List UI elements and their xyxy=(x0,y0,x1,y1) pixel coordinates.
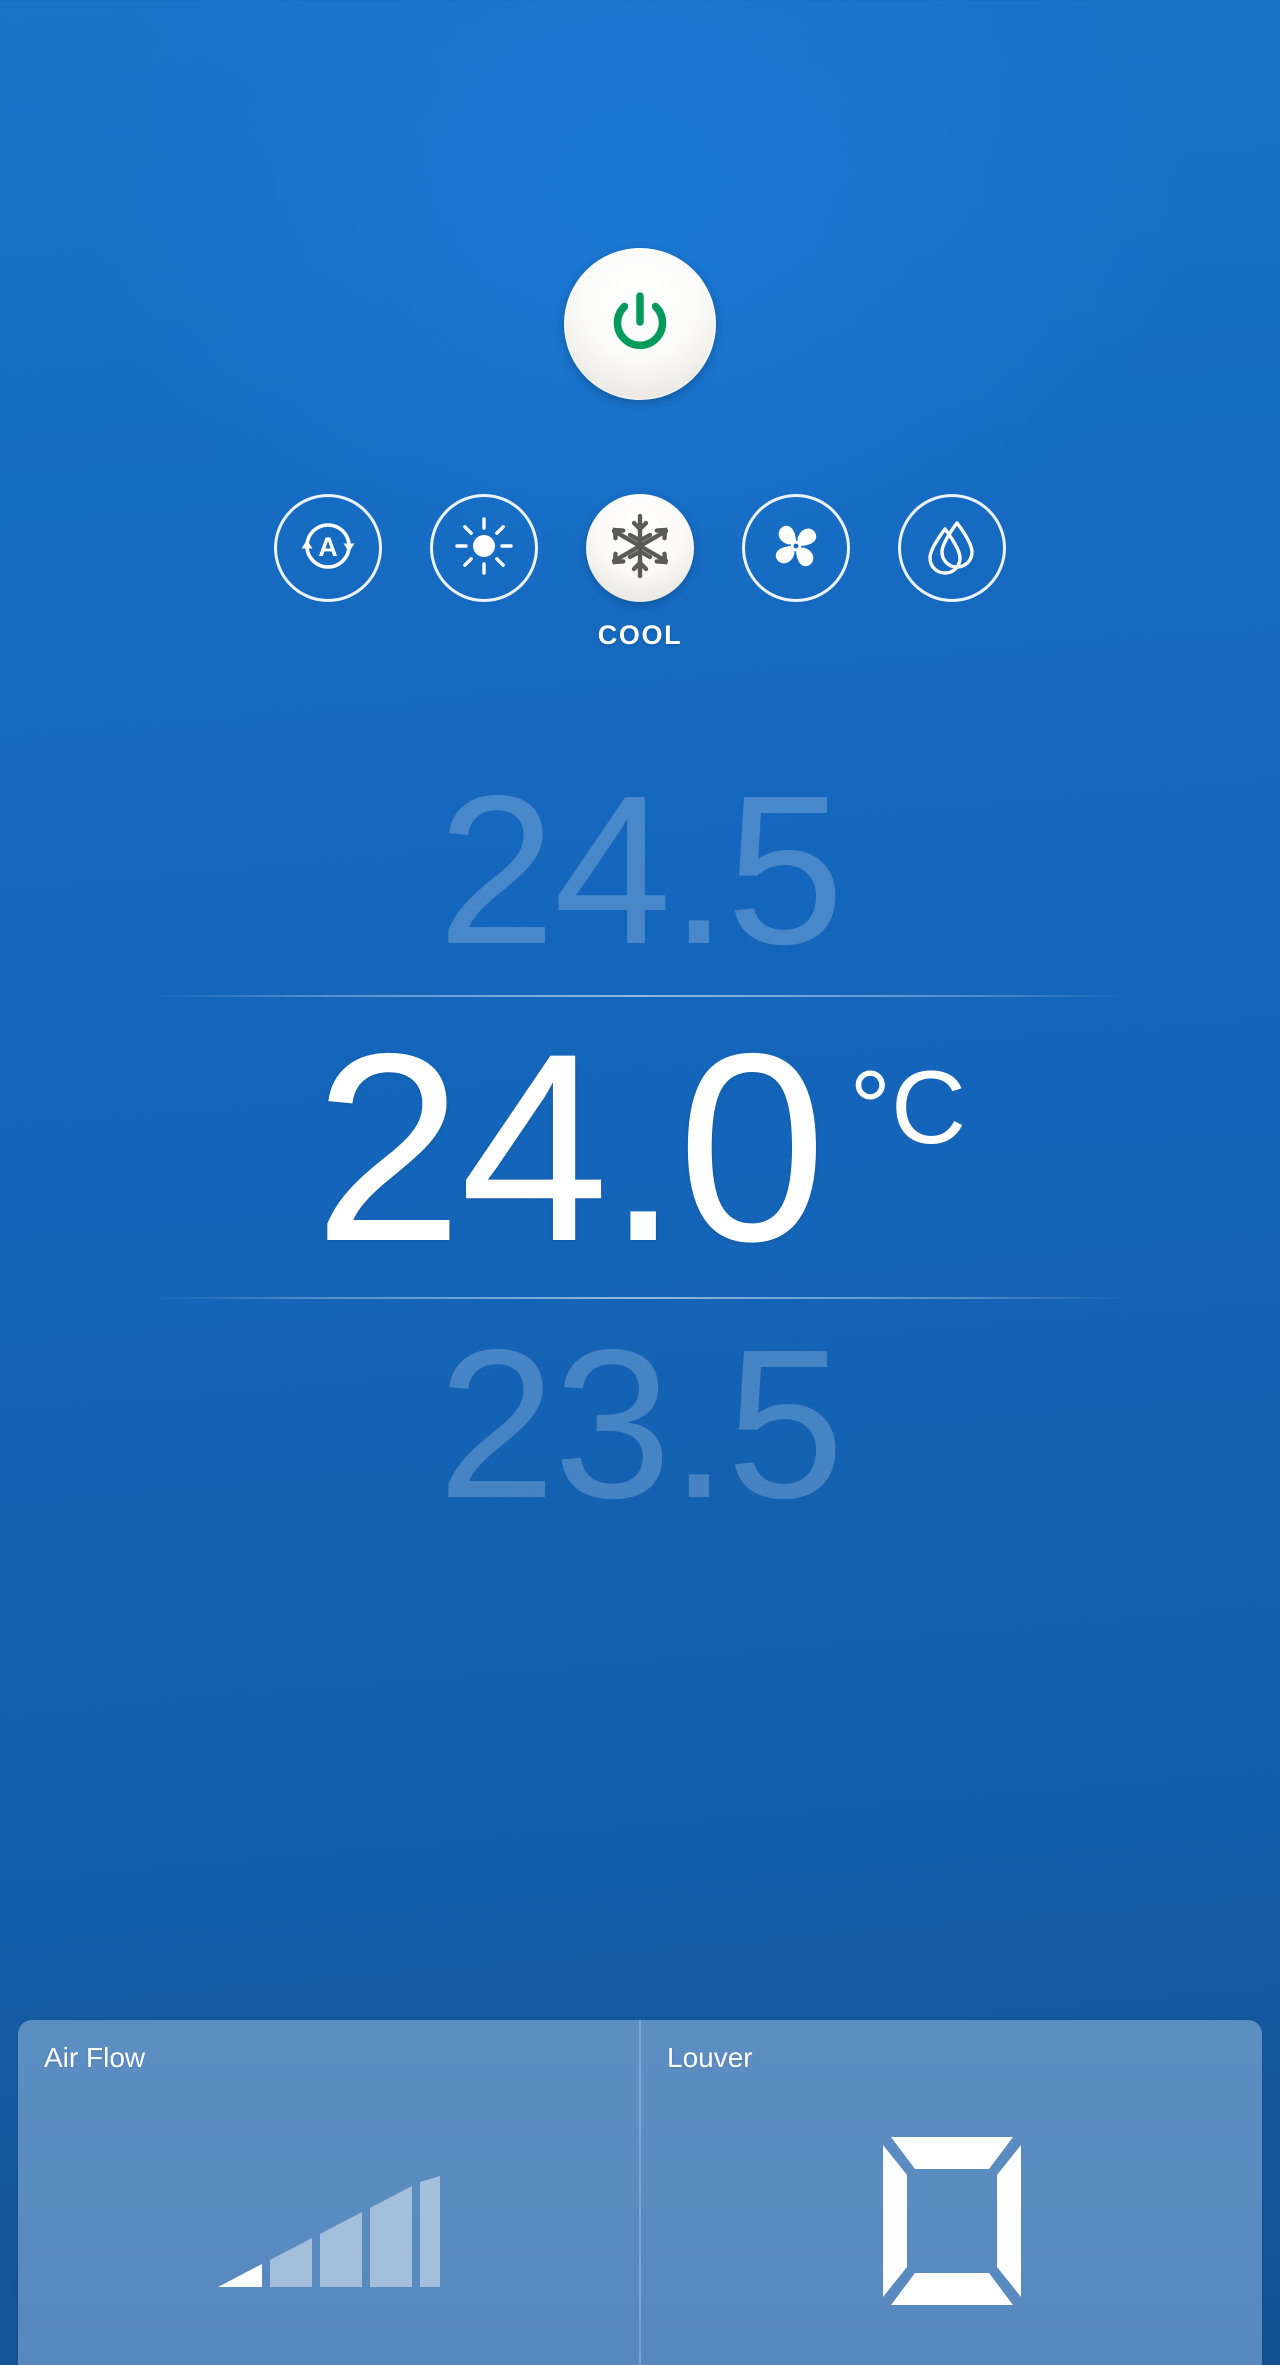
temperature-control: 24.5 24.0 °C 23.5 xyxy=(0,745,1280,1549)
temperature-above-value[interactable]: 24.5 xyxy=(438,745,845,995)
mode-button-auto[interactable]: A AUTO xyxy=(250,494,406,651)
louver-title: Louver xyxy=(667,2042,753,2073)
mode-circle-auto: A xyxy=(274,494,382,602)
louver-icon-area xyxy=(641,2074,1262,2365)
mode-button-cool[interactable]: COOL xyxy=(562,494,718,651)
louver-swing-icon xyxy=(877,2133,1027,2314)
mode-button-fan[interactable]: FAN xyxy=(718,494,874,651)
mode-selector: A AUTO xyxy=(0,494,1280,651)
svg-text:A: A xyxy=(318,532,338,562)
power-button[interactable] xyxy=(564,248,716,400)
temperature-current-row[interactable]: 24.0 °C xyxy=(0,997,1280,1297)
airflow-section[interactable]: Air Flow xyxy=(18,2020,639,2365)
fan-icon xyxy=(765,515,827,582)
mode-circle-heat xyxy=(430,494,538,602)
snowflake-icon xyxy=(608,512,672,585)
airflow-icon-area xyxy=(18,2074,639,2365)
temperature-below-row: 23.5 xyxy=(0,1299,1280,1549)
mode-button-heat[interactable]: HEAT xyxy=(406,494,562,651)
mode-label-cool: COOL xyxy=(597,620,683,650)
power-button-area xyxy=(0,248,1280,400)
temperature-current-value: 24.0 xyxy=(313,997,827,1297)
sun-icon xyxy=(453,515,515,582)
power-icon xyxy=(598,282,682,366)
temperature-above-row: 24.5 xyxy=(0,745,1280,995)
mode-circle-cool xyxy=(586,494,694,602)
water-drop-icon xyxy=(923,515,981,582)
bottom-control-panel: Air Flow Louver xyxy=(18,2020,1262,2365)
airflow-title: Air Flow xyxy=(44,2042,146,2073)
louver-section[interactable]: Louver xyxy=(639,2020,1262,2365)
temperature-below-value[interactable]: 23.5 xyxy=(438,1299,845,1549)
mode-circle-fan xyxy=(742,494,850,602)
temperature-unit: °C xyxy=(849,1050,967,1166)
airflow-level-icon xyxy=(216,2161,442,2294)
mode-button-dry[interactable]: DRY xyxy=(874,494,1030,651)
mode-circle-dry xyxy=(898,494,1006,602)
auto-mode-icon: A xyxy=(295,513,361,584)
